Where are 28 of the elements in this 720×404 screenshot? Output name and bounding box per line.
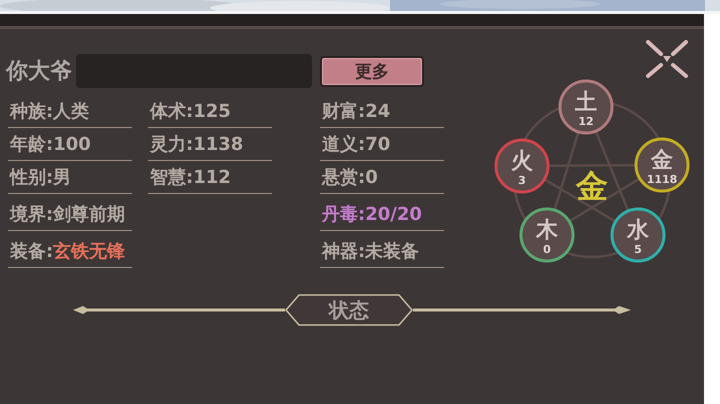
stat-label: 年龄:100	[8, 132, 132, 161]
center-element: 金	[576, 167, 608, 205]
stat-label: 种族:人类	[8, 99, 132, 128]
stat-label: 境界:剑尊前期	[8, 202, 132, 231]
stat-label: 神器:未装备	[320, 239, 444, 268]
stat-label: 灵力:1138	[148, 132, 272, 161]
close-icon[interactable]	[644, 38, 690, 80]
element-value: 1118	[646, 173, 678, 186]
stat-label: 悬赏:0	[320, 165, 444, 194]
more-button[interactable]: 更多	[320, 56, 424, 86]
element-value: 12	[578, 115, 594, 128]
element-value: 5	[634, 243, 642, 256]
stat-label: 性别:男	[8, 165, 132, 194]
element-name: 火	[511, 149, 533, 174]
element-name: 木	[536, 218, 558, 243]
player-name: 你大爷	[6, 58, 72, 86]
stat-label: 体术:125	[148, 99, 272, 128]
stat-label: 道义:70	[320, 132, 444, 161]
stat-label: 财富:24	[320, 99, 444, 128]
element-value: 3	[518, 174, 526, 187]
element-name: 土	[575, 90, 597, 115]
element-name: 金	[651, 148, 673, 173]
element-name: 水	[627, 218, 649, 243]
stat-label: 智慧:112	[148, 165, 272, 194]
element-value: 0	[543, 243, 551, 256]
section-title: 状态	[285, 293, 413, 327]
stat-label: 装备:玄铁无锋	[8, 239, 132, 268]
stat-label: 丹毒:20/20	[320, 202, 444, 231]
